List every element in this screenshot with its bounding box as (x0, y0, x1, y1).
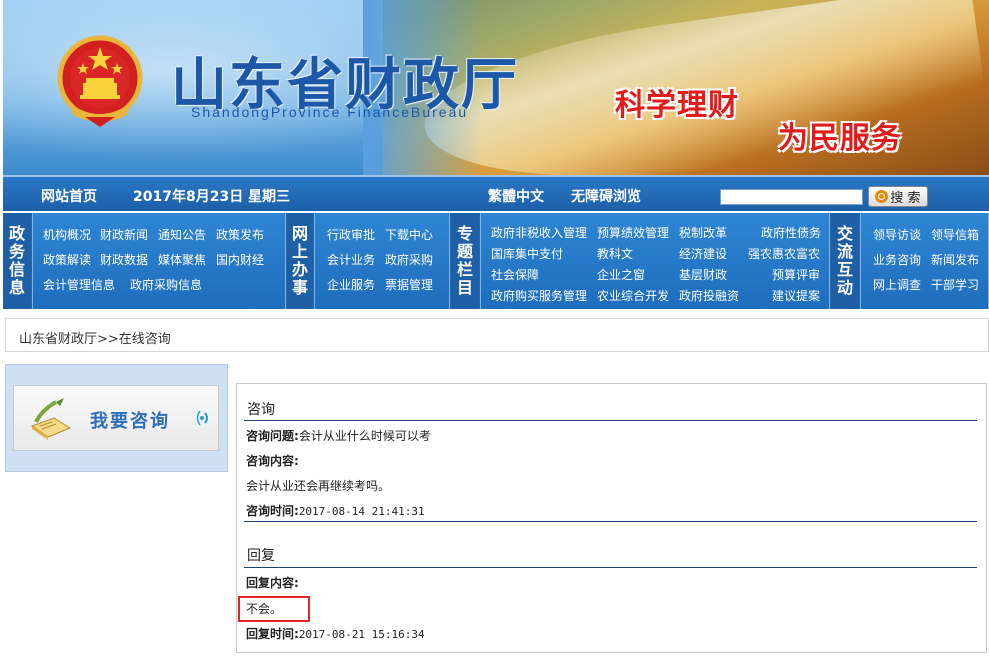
search-button[interactable]: 搜 索 (868, 186, 928, 207)
menu-category-special-topics[interactable]: 专题栏目 (451, 213, 479, 309)
menu-category-interaction[interactable]: 交流互动 (831, 213, 859, 309)
divider (244, 420, 977, 421)
signal-icon (196, 410, 208, 426)
menu-link[interactable]: 政府采购 (385, 251, 433, 268)
menu-link[interactable]: 政策解读 (43, 251, 91, 268)
menu-link[interactable]: 预算评审 (772, 266, 820, 283)
current-weekday: 星期三 (248, 189, 290, 205)
consult-content-row: 咨询内容: (246, 452, 299, 469)
menu-link[interactable]: 国内财经 (216, 251, 264, 268)
menu-group-government-info: 机构概况 财政新闻 通知公告 政策发布政策解读 财政数据 媒体聚焦 国内财经会计管理信息 政府… (32, 213, 286, 309)
menu-link[interactable]: 通知公告 (158, 226, 206, 243)
menu-link[interactable]: 政府非税收入管理 (491, 224, 587, 241)
menu-link[interactable]: 财政数据 (100, 251, 148, 268)
breadcrumb[interactable]: 山东省财政厅>>在线咨询 (19, 328, 171, 347)
accessibility-link[interactable]: 无障碍浏览 (571, 186, 641, 206)
menu-category-government-info[interactable]: 政务信息 (3, 213, 31, 309)
menu-category-online-services[interactable]: 网上办事 (287, 213, 313, 309)
menu-link[interactable]: 强农惠农富农 (748, 245, 820, 262)
breadcrumb-bar: 山东省财政厅>>在线咨询 (5, 318, 989, 352)
national-emblem-icon (57, 35, 143, 127)
consultation-detail: 咨询 咨询问题:会计从业什么时候可以考 咨询内容: 会计从业还会再继续考吗。 咨… (236, 383, 987, 653)
menu-link[interactable]: 建议提案 (772, 287, 820, 304)
reply-time-row: 回复时间:2017-08-21 15:16:34 (246, 625, 425, 642)
consult-question-row: 咨询问题:会计从业什么时候可以考 (246, 427, 431, 444)
consult-content-value: 会计从业还会再继续考吗。 (246, 479, 391, 493)
site-subtitle: ShandongProvince FinanceBureau (191, 104, 469, 120)
menu-link[interactable]: 农业综合开发 (597, 287, 669, 304)
consult-time-value: 2017-08-14 21:41:31 (298, 505, 425, 518)
menu-link[interactable]: 会计业务 (327, 251, 375, 268)
menu-link[interactable]: 新闻发布 (931, 251, 979, 268)
menu-group-interaction: 领导访谈 领导信箱 业务咨询 新闻发布 网上调查 干部学习 (860, 213, 989, 309)
menu-link[interactable]: 经济建设 (679, 245, 727, 262)
slogan-line-1: 科学理财 (615, 88, 739, 123)
reply-highlight-box (238, 596, 310, 622)
site-banner: 山东省财政厅 ShandongProvince FinanceBureau 科学… (3, 0, 989, 175)
current-date: 2017年8月23日 (133, 189, 244, 205)
divider (244, 567, 977, 568)
menu-link[interactable]: 政府购买服务管理 (491, 287, 587, 304)
consult-time-row: 咨询时间:2017-08-14 21:41:31 (246, 502, 425, 519)
menu-link[interactable]: 政府性债务 (761, 224, 821, 241)
menu-link[interactable]: 机构概况 (43, 226, 91, 243)
divider (244, 521, 977, 522)
reply-time-value: 2017-08-21 15:16:34 (298, 628, 425, 641)
left-panel: 我要咨询 (5, 364, 228, 472)
menu-link[interactable]: 会计管理信息 (43, 276, 115, 293)
menu-link[interactable]: 企业服务 (327, 276, 375, 293)
consult-question-value: 会计从业什么时候可以考 (298, 429, 431, 443)
menu-link[interactable]: 国库集中支付 (491, 245, 563, 262)
consult-section-title: 咨询 (247, 402, 275, 418)
menu-link[interactable]: 社会保障 (491, 266, 539, 283)
menu-link[interactable]: 政府投融资 (679, 287, 739, 304)
reply-content-row: 回复内容: (246, 574, 299, 591)
reply-content-label: 回复内容: (246, 576, 299, 590)
main-menu: 政务信息 机构概况 财政新闻 通知公告 政策发布政策解读 财政数据 媒体聚焦 国内财经会计管… (3, 213, 989, 309)
menu-group-online-services: 行政审批 下载中心 会计业务 政府采购 企业服务 票据管理 (314, 213, 450, 309)
menu-link[interactable]: 预算绩效管理 (597, 224, 669, 241)
menu-link[interactable]: 基层财政 (679, 266, 727, 283)
menu-link[interactable]: 干部学习 (931, 276, 979, 293)
menu-link[interactable]: 下载中心 (385, 226, 433, 243)
consult-question-label: 咨询问题: (246, 429, 299, 443)
menu-link[interactable]: 领导访谈 (873, 226, 921, 243)
menu-link[interactable]: 教科文 (597, 245, 633, 262)
menu-link[interactable]: 行政审批 (327, 226, 375, 243)
pen-note-icon (30, 398, 72, 440)
menu-link[interactable]: 领导信箱 (931, 226, 979, 243)
home-link[interactable]: 网站首页 (41, 186, 97, 206)
menu-link[interactable]: 网上调查 (873, 276, 921, 293)
reply-time-label: 回复时间: (246, 627, 299, 641)
menu-link[interactable]: 票据管理 (385, 276, 433, 293)
reply-section-title: 回复 (247, 548, 275, 564)
menu-link[interactable]: 财政新闻 (100, 226, 148, 243)
ask-question-label: 我要咨询 (90, 411, 170, 432)
search-button-label: 搜 索 (890, 191, 921, 206)
consult-content-label: 咨询内容: (246, 454, 299, 468)
menu-link[interactable]: 媒体聚焦 (158, 251, 206, 268)
ask-question-button[interactable]: 我要咨询 (13, 385, 219, 451)
search-icon (875, 190, 889, 203)
menu-link[interactable]: 企业之窗 (597, 266, 645, 283)
menu-group-special-topics: 政府非税收入管理 预算绩效管理 税制改革 政府性债务国库集中支付 教科文 经济建设 强农惠农… (480, 213, 830, 309)
search-input[interactable] (720, 189, 863, 205)
menu-link[interactable]: 业务咨询 (873, 251, 921, 268)
slogan-line-2: 为民服务 (778, 121, 902, 156)
menu-link[interactable]: 政策发布 (216, 226, 264, 243)
menu-link[interactable]: 政府采购信息 (130, 276, 202, 293)
menu-link[interactable]: 税制改革 (679, 224, 727, 241)
consult-time-label: 咨询时间: (246, 504, 299, 518)
traditional-chinese-link[interactable]: 繁體中文 (488, 186, 544, 206)
top-nav-bar: 网站首页 2017年8月23日 星期三 繁體中文 无障碍浏览 搜 索 (3, 175, 989, 211)
